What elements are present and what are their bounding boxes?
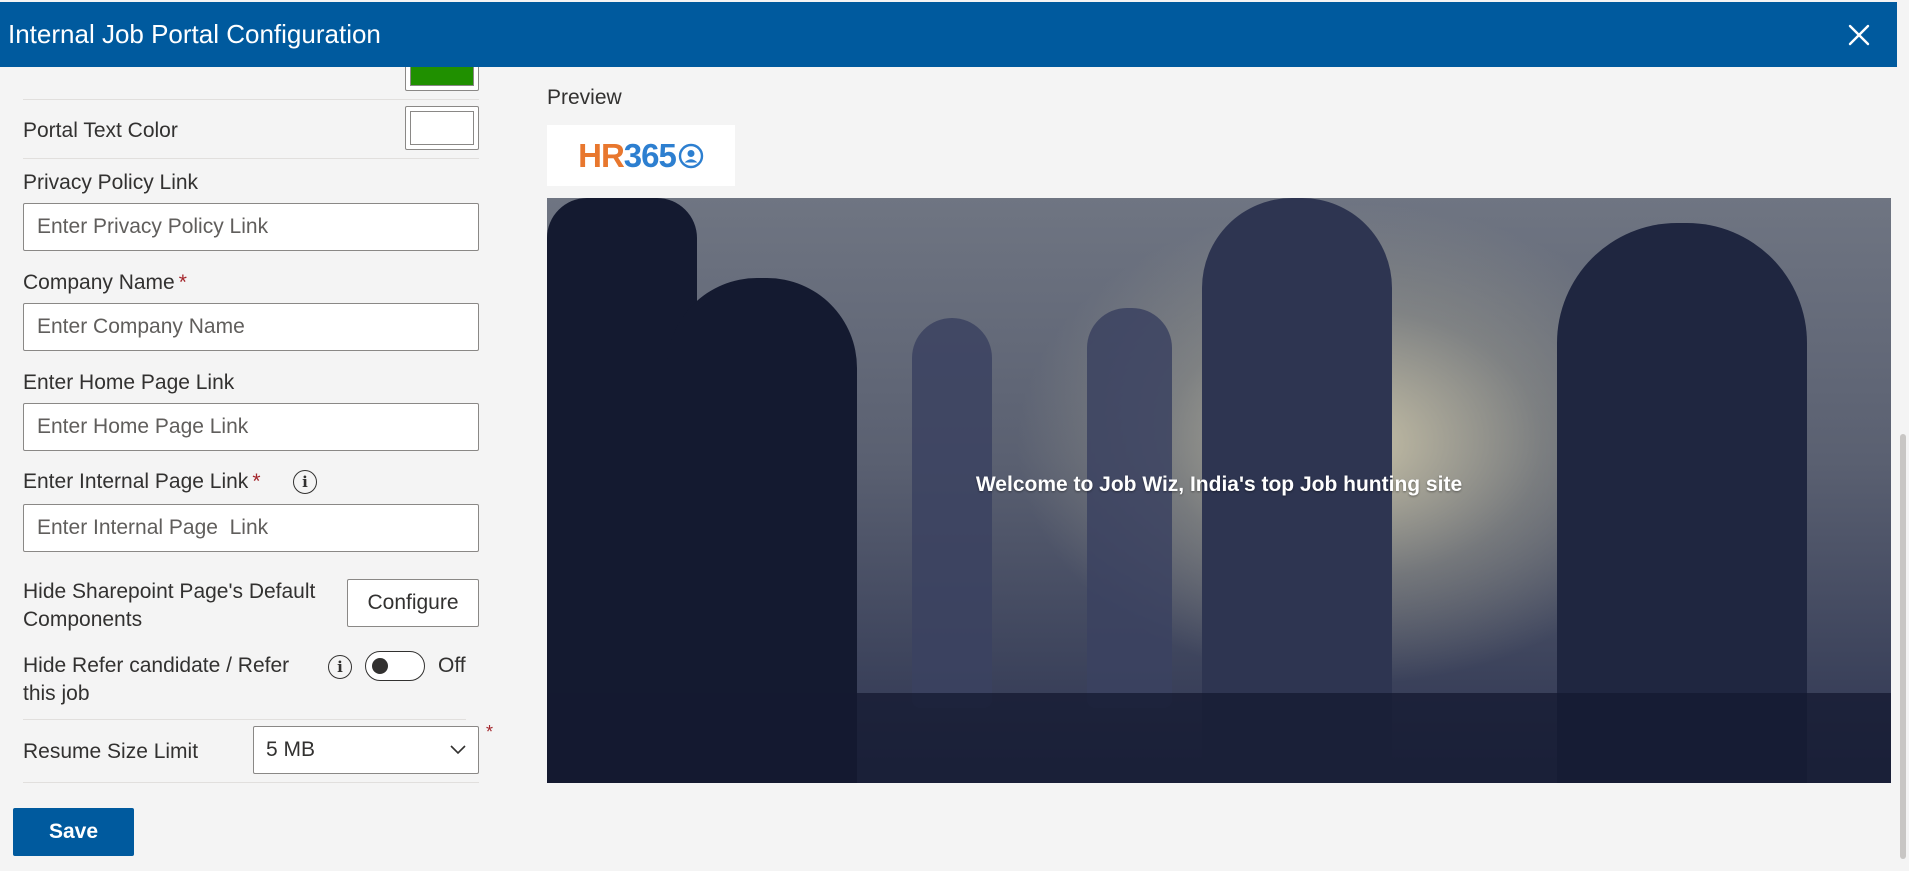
preview-banner-image: Welcome to Job Wiz, India's top Job hunt… (547, 198, 1891, 783)
home-page-input[interactable] (23, 403, 479, 451)
save-button[interactable]: Save (13, 808, 134, 856)
privacy-policy-label: Privacy Policy Link (23, 171, 199, 194)
required-marker: * (252, 470, 261, 493)
silhouette (912, 318, 992, 708)
preview-label: Preview (547, 86, 622, 109)
silhouette (1087, 308, 1172, 708)
resume-size-value: 5 MB (266, 738, 316, 761)
resume-size-dropdown[interactable]: 5 MB (253, 726, 479, 774)
company-name-label: Company Name * (23, 271, 187, 295)
internal-page-input[interactable] (23, 504, 479, 552)
config-form: Portal Color Theme Portal Text Color Pri… (0, 43, 494, 871)
home-page-label: Enter Home Page Link (23, 371, 235, 394)
portal-text-color-row: Portal Text Color (23, 100, 479, 159)
required-marker: * (178, 271, 187, 294)
hide-refer-toggle-state: Off (438, 654, 466, 677)
toggle-knob (372, 658, 388, 674)
configure-button[interactable]: Configure (347, 579, 479, 627)
dialog-header: Internal Job Portal Configuration (0, 2, 1897, 67)
portal-text-color-swatch (410, 111, 474, 145)
close-button[interactable] (1837, 13, 1881, 57)
vertical-scrollbar[interactable] (1897, 0, 1909, 871)
floor-shadow (547, 693, 1891, 783)
company-logo: HR 365 (547, 125, 735, 186)
dialog-title: Internal Job Portal Configuration (8, 19, 381, 49)
divider (23, 719, 466, 720)
resume-size-required-marker: * (486, 722, 494, 742)
divider (23, 782, 479, 783)
company-name-label-text: Company Name (23, 271, 175, 294)
hide-refer-toggle[interactable] (365, 651, 425, 681)
scrollbar-thumb[interactable] (1900, 434, 1906, 859)
chevron-down-icon (450, 745, 466, 755)
internal-page-label-text: Enter Internal Page Link (23, 470, 249, 493)
company-name-input[interactable] (23, 303, 479, 351)
internal-page-info-icon[interactable]: i (293, 470, 317, 494)
hide-refer-label: Hide Refer candidate / Refer this job (23, 654, 290, 705)
internal-page-label: Enter Internal Page Link * (23, 470, 261, 494)
hide-refer-info-icon[interactable]: i (328, 655, 352, 679)
close-icon (1848, 24, 1870, 45)
preview-welcome-text: Welcome to Job Wiz, India's top Job hunt… (975, 473, 1463, 496)
logo-number-text: 365 (623, 136, 677, 174)
portal-text-color-label: Portal Text Color (23, 119, 178, 142)
portal-text-color-picker[interactable] (405, 106, 479, 150)
resume-size-label: Resume Size Limit (23, 740, 199, 763)
hide-sharepoint-label: Hide Sharepoint Page's Default Component… (23, 580, 316, 631)
privacy-policy-input[interactable] (23, 203, 479, 251)
logo-hr-text: HR (578, 136, 625, 174)
logo-user-icon (678, 143, 704, 168)
